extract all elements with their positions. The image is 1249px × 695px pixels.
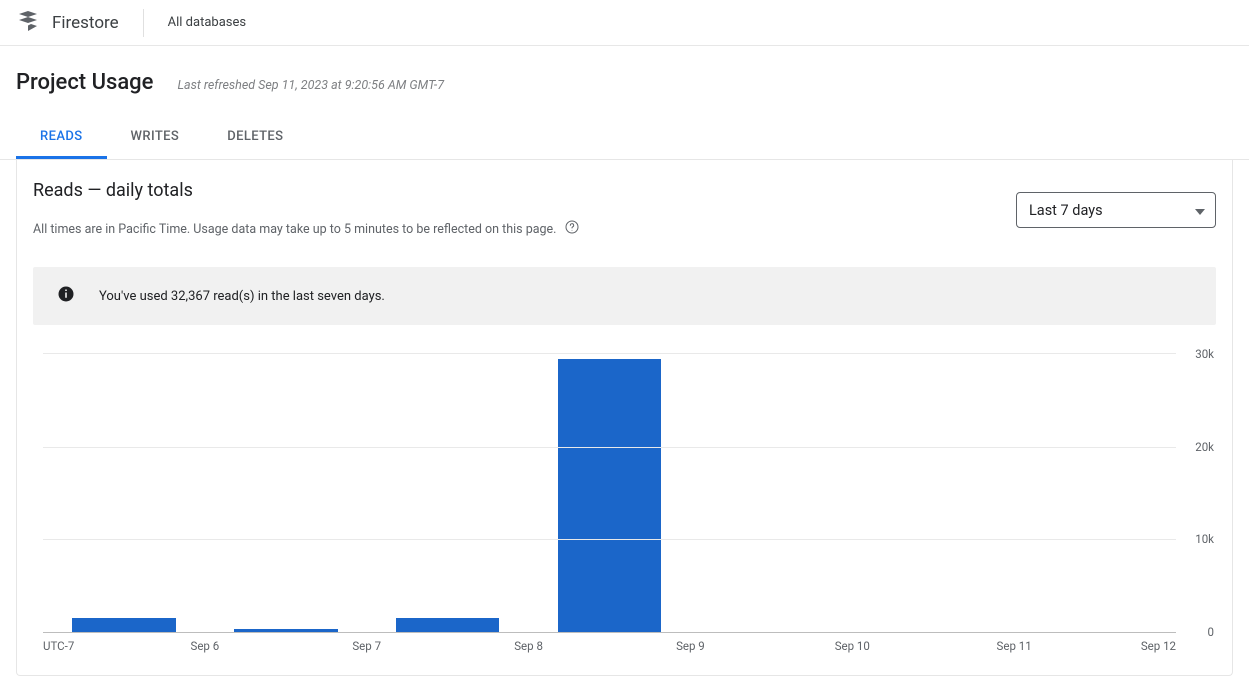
time-range-dropdown[interactable]: Last 7 days xyxy=(1016,192,1216,228)
x-tick-label: Sep 7 xyxy=(352,639,381,653)
x-tick-label: Sep 8 xyxy=(514,639,543,653)
y-tick-label: 10k xyxy=(1195,532,1214,546)
y-tick-label: 20k xyxy=(1195,440,1214,454)
time-range-value: Last 7 days xyxy=(1029,202,1103,219)
tab-deletes[interactable]: DELETES xyxy=(203,117,307,159)
divider xyxy=(143,9,144,37)
topbar: Firestore All databases xyxy=(0,0,1249,46)
help-icon[interactable] xyxy=(564,219,580,239)
y-tick-label: 30k xyxy=(1195,347,1214,361)
bars xyxy=(43,354,1176,632)
bar-slot xyxy=(205,354,367,632)
title-row: Project Usage Last refreshed Sep 11, 202… xyxy=(0,46,1249,99)
card-header: Reads — daily totals All times are in Pa… xyxy=(33,180,1216,239)
tab-writes[interactable]: WRITES xyxy=(107,117,204,159)
x-tick-label: UTC-7 xyxy=(43,639,74,653)
gridline xyxy=(43,539,1176,540)
plot-area: 010k20k30k xyxy=(43,353,1176,633)
brand-text: Firestore xyxy=(52,13,119,33)
chevron-down-icon xyxy=(1195,202,1205,219)
bar-slot xyxy=(529,354,691,632)
note-row: All times are in Pacific Time. Usage dat… xyxy=(33,219,580,239)
bar xyxy=(72,618,176,632)
note-text: All times are in Pacific Time. Usage dat… xyxy=(33,222,556,237)
bar-slot xyxy=(690,354,852,632)
bar xyxy=(396,618,500,632)
tab-reads[interactable]: READS xyxy=(16,117,107,159)
x-tick-label: Sep 10 xyxy=(835,639,870,653)
bar xyxy=(234,629,338,632)
usage-card: Reads — daily totals All times are in Pa… xyxy=(16,160,1233,676)
page-title: Project Usage xyxy=(16,70,153,95)
bar-slot xyxy=(43,354,205,632)
chart: 010k20k30k UTC-7 Sep 6 Sep 7 Sep 8 Sep 9 Sep … xyxy=(33,353,1216,659)
firestore-icon xyxy=(16,9,40,37)
bar-slot xyxy=(852,354,1014,632)
x-tick-label: Sep 11 xyxy=(997,639,1032,653)
card-heading: Reads — daily totals xyxy=(33,180,580,201)
y-tick-label: 0 xyxy=(1208,625,1214,639)
x-tick-label: Sep 9 xyxy=(676,639,705,653)
usage-banner: You've used 32,367 read(s) in the last s… xyxy=(33,267,1216,325)
bar-slot xyxy=(367,354,529,632)
gridline xyxy=(43,447,1176,448)
bar xyxy=(558,359,662,632)
breadcrumb[interactable]: All databases xyxy=(168,15,246,30)
bar-slot xyxy=(1014,354,1176,632)
banner-text: You've used 32,367 read(s) in the last s… xyxy=(99,289,385,304)
x-tick-label: Sep 12 xyxy=(1141,639,1176,653)
brand: Firestore xyxy=(16,0,143,45)
info-icon xyxy=(57,285,75,307)
last-refreshed: Last refreshed Sep 11, 2023 at 9:20:56 A… xyxy=(177,78,444,93)
tabs: READS WRITES DELETES xyxy=(0,117,1249,160)
chart-plot: 010k20k30k xyxy=(43,353,1176,633)
x-tick-label: Sep 6 xyxy=(190,639,219,653)
x-axis: UTC-7 Sep 6 Sep 7 Sep 8 Sep 9 Sep 10 Sep 11 Sep… xyxy=(43,639,1176,659)
